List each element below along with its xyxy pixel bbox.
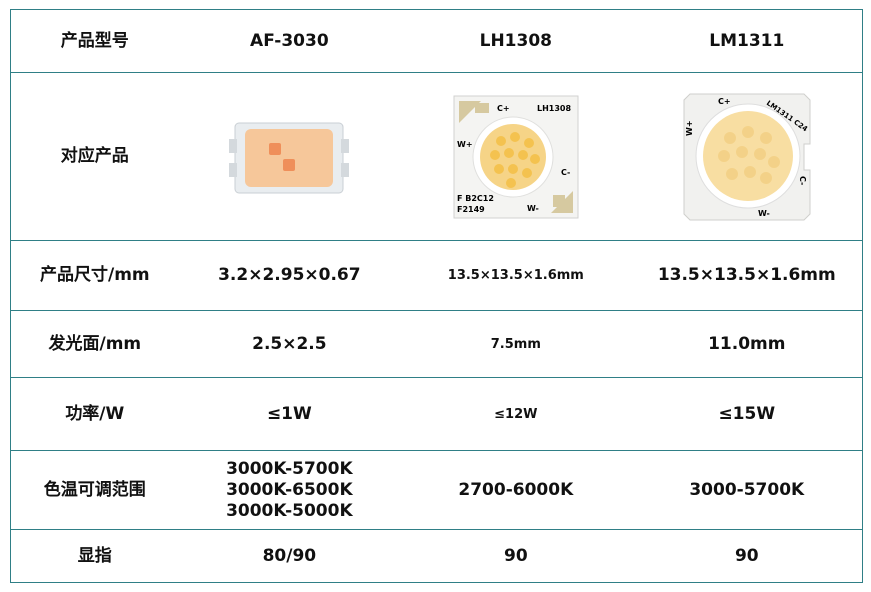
emit-row: 发光面/mm 2.5×2.5 7.5mm 11.0mm [11, 310, 862, 377]
header-row: 产品型号 AF-3030 LH1308 LM1311 [11, 10, 862, 72]
size-lh1308: 13.5×13.5×1.6mm [447, 268, 584, 283]
power-af3030: ≤1W [266, 403, 312, 424]
lh1308-w-minus-label: W- [527, 204, 539, 213]
cri-label: 显指 [77, 545, 112, 566]
size-af3030: 3.2×2.95×0.67 [218, 265, 361, 285]
spec-table: 产品型号 AF-3030 LH1308 LM1311 对应产品 C+ LH130… [10, 9, 863, 583]
model-af3030: AF-3030 [250, 30, 329, 51]
power-lm1311: ≤15W [718, 403, 776, 424]
lm1311-c-minus-label: C- [798, 176, 807, 185]
image-row-label: 对应产品 [60, 146, 129, 166]
cct-lh1308: 2700-6000K [458, 479, 574, 500]
power-lh1308: ≤12W [494, 406, 538, 422]
cct-af3030: 3000K-5700K 3000K-6500K 3000K-5000K [179, 451, 400, 529]
cri-lh1308: 90 [503, 545, 528, 566]
emit-lm1311: 11.0mm [708, 333, 786, 354]
model-lh1308: LH1308 [479, 30, 552, 51]
power-label: 功率/W [65, 403, 125, 424]
size-label: 产品尺寸/mm [39, 265, 150, 285]
emit-af3030: 2.5×2.5 [252, 333, 327, 354]
lm1311-image-cell: C+ LM1311 C24 W+ C- W- [632, 73, 862, 240]
cri-lm1311: 90 [734, 545, 759, 566]
lm1311-led-image: C+ LM1311 C24 W+ C- W- [683, 93, 811, 220]
model-lm1311: LM1311 [709, 30, 785, 51]
header-label: 产品型号 [60, 30, 129, 51]
cct-row: 色温可调范围 3000K-5700K 3000K-6500K 3000K-500… [11, 450, 862, 529]
lh1308-w-plus-label: W+ [457, 140, 473, 149]
lh1308-c-minus-label: C- [561, 168, 570, 177]
cct-label: 色温可调范围 [43, 479, 146, 500]
af3030-image-cell [179, 73, 400, 240]
cri-row: 显指 80/90 90 90 [11, 529, 862, 582]
af3030-led-image [229, 122, 350, 193]
lh1308-code-line1: F B2C12 [457, 194, 494, 203]
lh1308-model-marking: LH1308 [537, 104, 571, 113]
lh1308-image-cell: C+ LH1308 W+ C- W- F B2C12 F2149 [400, 73, 631, 240]
image-row: 对应产品 C+ LH1308 W+ C- W- F B2C12 F2149 C+… [11, 72, 862, 240]
lh1308-code-line2: F2149 [457, 205, 485, 214]
power-row: 功率/W ≤1W ≤12W ≤15W [11, 377, 862, 450]
cri-af3030: 80/90 [262, 545, 317, 566]
cct-af3030-line1: 3000K-5700K [226, 458, 353, 479]
lm1311-w-plus-label: W+ [685, 120, 694, 136]
size-lm1311: 13.5×13.5×1.6mm [657, 265, 836, 285]
emit-label: 发光面/mm [48, 333, 142, 354]
cct-af3030-line3: 3000K-5000K [226, 500, 353, 521]
lm1311-c-plus-label: C+ [718, 97, 731, 106]
lm1311-w-minus-label: W- [758, 209, 770, 218]
size-row: 产品尺寸/mm 3.2×2.95×0.67 13.5×13.5×1.6mm 13… [11, 240, 862, 310]
cct-lm1311: 3000-5700K [689, 479, 805, 500]
lh1308-led-image: C+ LH1308 W+ C- W- F B2C12 F2149 [453, 95, 579, 218]
emit-lh1308: 7.5mm [490, 336, 541, 352]
lh1308-c-plus-label: C+ [497, 104, 510, 113]
cct-af3030-line2: 3000K-6500K [226, 479, 353, 500]
